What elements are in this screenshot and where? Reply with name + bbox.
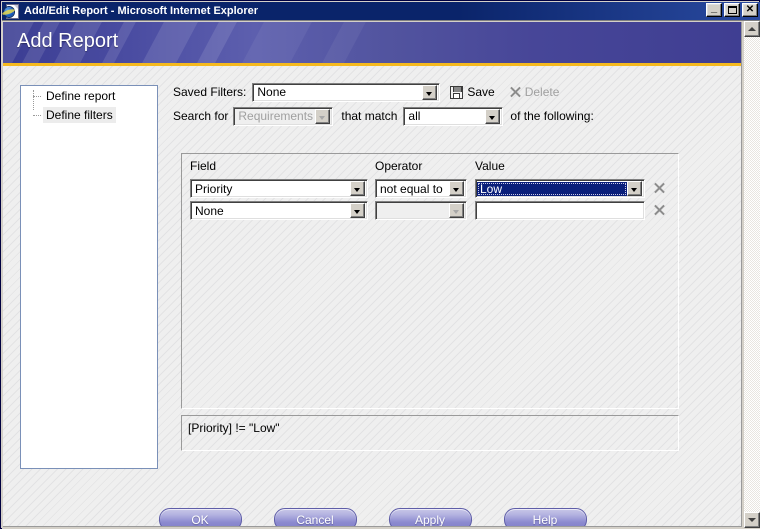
vertical-scrollbar[interactable]: [743, 21, 760, 528]
filter-criteria-panel: Field Operator Value Priority not equal …: [181, 153, 679, 409]
chevron-down-icon[interactable]: [350, 181, 365, 196]
scroll-down-arrow-icon[interactable]: [744, 512, 760, 528]
sidebar-item-define-report[interactable]: Define report: [21, 86, 157, 105]
chevron-down-icon[interactable]: [422, 84, 438, 100]
column-header-field: Field: [190, 159, 217, 173]
chevron-down-icon[interactable]: [449, 181, 464, 196]
filter-operator-select[interactable]: not equal to: [375, 179, 467, 198]
filter-value-select[interactable]: Low: [475, 179, 645, 198]
chevron-down-icon[interactable]: [350, 203, 365, 218]
page-banner: Add Report: [3, 22, 741, 63]
filter-expression-text: [Priority] != "Low": [188, 421, 280, 435]
document-page: Add Report Define report Define filters: [3, 22, 742, 527]
filter-value-input[interactable]: [475, 201, 645, 220]
that-match-label: that match: [341, 109, 398, 123]
apply-button[interactable]: Apply: [388, 508, 472, 526]
filter-grid-header: Field Operator Value: [190, 159, 670, 175]
ok-button[interactable]: OK: [158, 508, 242, 526]
save-label: Save: [467, 85, 495, 99]
column-header-value: Value: [475, 159, 505, 173]
of-the-following-label: of the following:: [510, 109, 594, 123]
filter-row: None: [190, 201, 672, 220]
minimize-button[interactable]: _: [706, 3, 722, 17]
filter-field-value: None: [195, 203, 224, 218]
ie-document-icon: [4, 3, 20, 19]
match-mode-select[interactable]: all: [403, 106, 504, 126]
saved-filters-label: Saved Filters:: [173, 85, 247, 99]
maximize-icon: [725, 4, 739, 16]
delete-filter-button[interactable]: Delete: [509, 85, 560, 99]
browser-window: Add/Edit Report - Microsoft Internet Exp…: [0, 0, 760, 529]
tree-connector-horizontal: [33, 96, 41, 97]
search-for-label: Search for: [173, 109, 229, 123]
sidebar-item-label: Define filters: [43, 106, 116, 123]
filter-operator-value: not equal to: [380, 181, 443, 196]
chevron-down-icon: [315, 108, 331, 124]
chevron-down-icon[interactable]: [627, 181, 642, 196]
tree-connector-horizontal: [33, 115, 41, 116]
save-filter-button[interactable]: Save: [450, 85, 495, 99]
x-icon: [509, 86, 521, 98]
filter-operator-select: [375, 201, 467, 220]
search-entity-value: Requirements: [238, 109, 314, 123]
filter-field-select[interactable]: None: [190, 201, 368, 220]
close-icon: ✕: [745, 4, 755, 15]
saved-filters-select[interactable]: None: [252, 82, 441, 102]
sidebar-item-label: Define report: [46, 88, 116, 103]
search-scope-row: Search for Requirements that match all o…: [173, 104, 685, 128]
minimize-icon: _: [710, 2, 718, 14]
search-entity-select: Requirements: [233, 106, 334, 126]
maximize-button[interactable]: [724, 3, 740, 17]
dialog-button-bar: OK Cancel Apply Help: [3, 508, 741, 526]
delete-label: Delete: [524, 85, 560, 99]
window-controls: _ ✕: [706, 3, 758, 17]
page-title: Add Report: [17, 30, 119, 52]
floppy-disk-icon: [450, 85, 464, 99]
filter-field-select[interactable]: Priority: [190, 179, 368, 198]
window-title: Add/Edit Report - Microsoft Internet Exp…: [24, 5, 259, 17]
filter-expression-preview: [Priority] != "Low": [181, 415, 679, 451]
wizard-step-tree: Define report Define filters: [20, 85, 158, 469]
saved-filters-value: None: [257, 85, 287, 99]
help-button[interactable]: Help: [503, 508, 587, 526]
sidebar-item-define-filters[interactable]: Define filters: [21, 105, 157, 124]
scroll-up-arrow-icon[interactable]: [744, 21, 760, 37]
match-mode-value: all: [408, 109, 421, 123]
chevron-down-icon: [449, 203, 464, 218]
cancel-button[interactable]: Cancel: [273, 508, 357, 526]
close-button[interactable]: ✕: [742, 3, 758, 17]
chevron-down-icon[interactable]: [485, 108, 501, 124]
window-client-area: Add Report Define report Define filters: [2, 20, 760, 529]
filter-field-value: Priority: [195, 181, 233, 196]
filter-value-value: Low: [477, 181, 627, 196]
column-header-operator: Operator: [375, 159, 423, 173]
saved-filters-row: Saved Filters: None Save Delete: [173, 80, 685, 104]
filter-form: Saved Filters: None Save Delete Search f…: [173, 80, 685, 128]
filter-row: Priority not equal to Low: [190, 179, 672, 198]
window-titlebar: Add/Edit Report - Microsoft Internet Exp…: [2, 2, 760, 20]
banner-accent-rule: [3, 63, 741, 66]
